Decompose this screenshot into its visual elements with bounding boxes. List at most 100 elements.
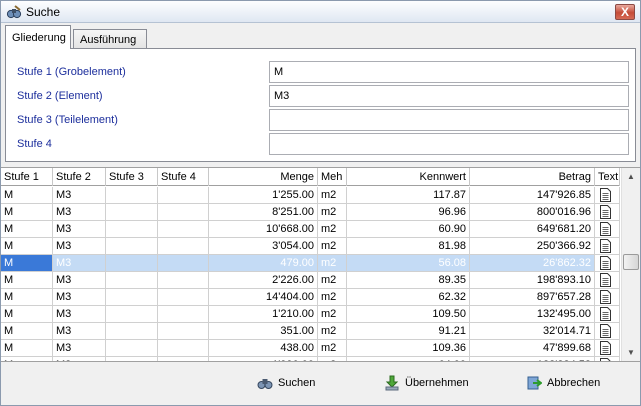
document-icon[interactable] (600, 205, 611, 219)
cell-betrag[interactable]: 250'366.92 (470, 238, 595, 254)
stufe4-input[interactable] (269, 133, 629, 155)
document-icon[interactable] (600, 358, 611, 362)
tab-ausfuehrung[interactable]: Ausführung (73, 29, 147, 49)
column-header-kennwert[interactable]: Kennwert (347, 168, 470, 186)
search-button[interactable]: Suchen (257, 371, 315, 395)
cell-stufe2[interactable]: M3 (53, 323, 106, 339)
stufe3-input[interactable] (269, 109, 629, 131)
cell-stufe2[interactable]: M3 (53, 289, 106, 305)
vertical-scrollbar[interactable]: ▲ ▼ (621, 168, 640, 361)
cell-menge[interactable]: 14'404.00 (209, 289, 318, 305)
cell-text[interactable] (595, 340, 620, 356)
table-row[interactable]: M M3 351.00 m2 91.21 32'014.71 (1, 323, 620, 340)
stufe2-input[interactable] (269, 85, 629, 107)
cell-stufe4[interactable] (158, 357, 209, 361)
cell-text[interactable] (595, 357, 620, 362)
column-header-stufe2[interactable]: Stufe 2 (53, 168, 106, 186)
cell-stufe3[interactable] (106, 221, 158, 237)
cell-menge[interactable]: 1'990.00 (209, 357, 318, 361)
cell-stufe1[interactable]: M (1, 340, 53, 356)
cell-stufe1[interactable]: M (1, 238, 53, 254)
cell-menge[interactable]: 1'255.00 (209, 187, 318, 203)
cell-text[interactable] (595, 323, 620, 339)
cell-text[interactable] (595, 221, 620, 237)
column-header-text[interactable]: Text (595, 168, 620, 186)
column-header-stufe3[interactable]: Stufe 3 (106, 168, 158, 186)
cell-stufe3[interactable] (106, 306, 158, 322)
table-row[interactable]: M M3 8'251.00 m2 96.96 800'016.96 (1, 204, 620, 221)
cell-kennwert[interactable]: 89.35 (347, 272, 470, 288)
cell-stufe2[interactable]: M3 (53, 187, 106, 203)
cell-betrag[interactable]: 132'495.00 (470, 306, 595, 322)
cell-kennwert[interactable]: 56.08 (347, 255, 470, 271)
cell-stufe3[interactable] (106, 187, 158, 203)
cell-stufe2[interactable]: M3 (53, 238, 106, 254)
scroll-up-arrow-icon[interactable]: ▲ (622, 168, 640, 185)
cell-stufe4[interactable] (158, 272, 209, 288)
cell-stufe4[interactable] (158, 289, 209, 305)
cell-stufe1[interactable]: M (1, 272, 53, 288)
cell-stufe4[interactable] (158, 221, 209, 237)
stufe1-input[interactable] (269, 61, 629, 83)
cell-stufe3[interactable] (106, 204, 158, 220)
close-button[interactable]: X (615, 4, 635, 20)
cell-menge[interactable]: 2'226.00 (209, 272, 318, 288)
cell-stufe4[interactable] (158, 306, 209, 322)
cell-kennwert[interactable]: 62.32 (347, 289, 470, 305)
cell-betrag[interactable]: 649'681.20 (470, 221, 595, 237)
cell-stufe2[interactable]: M3 (53, 340, 106, 356)
cell-stufe1[interactable]: M (1, 357, 53, 361)
cell-betrag[interactable]: 47'899.68 (470, 340, 595, 356)
scroll-thumb[interactable] (623, 254, 639, 270)
cell-stufe4[interactable] (158, 204, 209, 220)
cell-betrag[interactable]: 800'016.96 (470, 204, 595, 220)
document-icon[interactable] (600, 273, 611, 287)
document-icon[interactable] (600, 256, 611, 270)
tab-gliederung[interactable]: Gliederung (5, 25, 71, 49)
cell-betrag[interactable]: 32'014.71 (470, 323, 595, 339)
cell-stufe3[interactable] (106, 289, 158, 305)
cell-stufe1[interactable]: M (1, 204, 53, 220)
cell-text[interactable] (595, 238, 620, 254)
cancel-button[interactable]: Abbrechen (526, 371, 600, 395)
cell-stufe3[interactable] (106, 272, 158, 288)
table-row[interactable]: M M3 438.00 m2 109.36 47'899.68 (1, 340, 620, 357)
cell-kennwert[interactable]: 60.90 (347, 221, 470, 237)
cell-kennwert[interactable]: 109.36 (347, 340, 470, 356)
cell-text[interactable] (595, 187, 620, 203)
accept-button[interactable]: Übernehmen (384, 371, 469, 395)
table-row[interactable]: M M3 479.00 m2 56.08 26'862.32 (1, 255, 620, 272)
cell-kennwert[interactable]: 117.87 (347, 187, 470, 203)
cell-menge[interactable]: 479.00 (209, 255, 318, 271)
cell-stufe2[interactable]: M3 (53, 204, 106, 220)
cell-stufe4[interactable] (158, 187, 209, 203)
cell-stufe1[interactable]: M (1, 255, 53, 271)
column-header-meh[interactable]: Meh (318, 168, 347, 186)
cell-text[interactable] (595, 306, 620, 322)
column-header-stufe1[interactable]: Stufe 1 (1, 168, 53, 186)
cell-stufe4[interactable] (158, 340, 209, 356)
cell-stufe1[interactable]: M (1, 323, 53, 339)
cell-meh[interactable]: m2 (318, 255, 347, 271)
cell-menge[interactable]: 438.00 (209, 340, 318, 356)
cell-betrag[interactable]: 198'893.10 (470, 272, 595, 288)
cell-kennwert[interactable]: 64.00 (347, 357, 470, 361)
cell-stufe2[interactable]: M3 (53, 306, 106, 322)
cell-kennwert[interactable]: 91.21 (347, 323, 470, 339)
cell-meh[interactable]: m2 (318, 187, 347, 203)
table-row[interactable]: M M3 14'404.00 m2 62.32 897'657.28 (1, 289, 620, 306)
cell-kennwert[interactable]: 109.50 (347, 306, 470, 322)
cell-betrag[interactable]: 147'926.85 (470, 187, 595, 203)
cell-text[interactable] (595, 289, 620, 305)
cell-text[interactable] (595, 204, 620, 220)
cell-stufe1[interactable]: M (1, 221, 53, 237)
column-header-stufe4[interactable]: Stufe 4 (158, 168, 209, 186)
cell-stufe2[interactable]: M3 (53, 357, 106, 361)
table-row[interactable]: MM3 1'990.00m264.00128'384.58 (1, 357, 620, 362)
column-header-betrag[interactable]: Betrag (470, 168, 595, 186)
document-icon[interactable] (600, 307, 611, 321)
cell-meh[interactable]: m2 (318, 204, 347, 220)
document-icon[interactable] (600, 239, 611, 253)
cell-stufe3[interactable] (106, 323, 158, 339)
cell-stufe4[interactable] (158, 255, 209, 271)
